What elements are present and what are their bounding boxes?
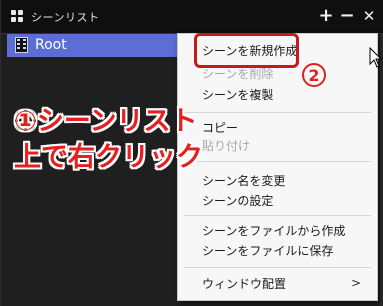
menu-item-rename-scene[interactable]: シーン名を変更 [202,173,285,189]
scene-item-label: Root [35,37,67,53]
menu-item-duplicate-scene[interactable]: シーンを複製 [202,87,273,103]
add-scene-button[interactable]: + [317,5,335,27]
menu-item-window-layout[interactable]: ウィンドウ配置 [202,276,286,292]
annotation-step1-line1: ①シーンリスト [14,106,198,137]
panel-title: シーンリスト [31,11,100,24]
remove-scene-button[interactable]: − [338,5,356,27]
menu-separator [184,112,371,113]
menu-item-delete-scene[interactable]: シーンを削除 [202,66,273,82]
grid-icon [11,10,24,23]
context-menu: シーンを新規作成 シーンを削除 シーンを複製 コピー 貼り付け シーン名を変更 … [177,33,378,301]
menu-separator [184,267,371,268]
menu-item-paste[interactable]: 貼り付け [202,138,250,154]
menu-item-create-from-file[interactable]: シーンをファイルから作成 [202,223,345,239]
annotation-step1-line2: 上で右クリック [14,142,203,173]
mouse-cursor-icon [369,47,383,68]
menu-separator [184,215,371,216]
menu-item-scene-settings[interactable]: シーンの設定 [202,193,273,209]
panel-titlebar: シーンリスト + − ✕ [1,0,383,34]
step-2-badge: 2 [302,63,326,87]
highlight-box [194,33,299,68]
close-button[interactable]: ✕ [360,5,378,27]
menu-separator [184,161,371,162]
menu-item-copy[interactable]: コピー [202,120,238,136]
film-icon [15,37,28,53]
menu-item-save-to-file[interactable]: シーンをファイルに保存 [202,243,333,259]
chevron-right-icon: > [350,276,361,290]
